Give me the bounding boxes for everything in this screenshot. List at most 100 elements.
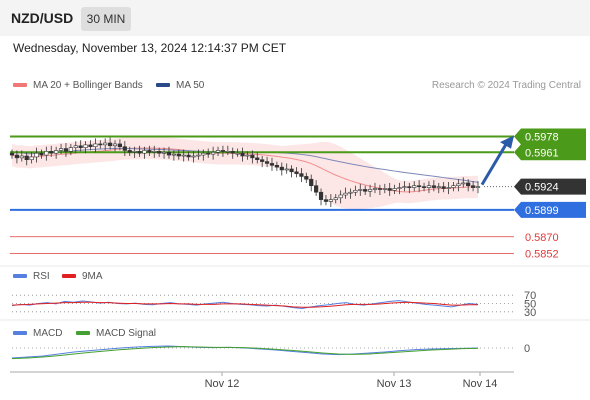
candle-body bbox=[353, 190, 358, 193]
candle-body bbox=[260, 159, 265, 162]
candle-body bbox=[137, 151, 142, 154]
candle-body bbox=[186, 154, 191, 158]
level-label-0.5924: 0.5924 bbox=[525, 182, 559, 194]
candle-body bbox=[392, 188, 397, 191]
macd-tick-label: 0 bbox=[524, 343, 530, 355]
candle-body bbox=[68, 147, 73, 152]
candle-body bbox=[284, 168, 289, 171]
level-label-0.5899: 0.5899 bbox=[525, 205, 559, 217]
x-tick-label-nov-13: Nov 13 bbox=[377, 378, 412, 390]
candle-body bbox=[103, 142, 108, 146]
candle-body bbox=[431, 185, 436, 188]
candle-body bbox=[446, 187, 451, 189]
candle-body bbox=[171, 153, 176, 156]
candle-body bbox=[436, 186, 441, 188]
candle-body bbox=[407, 186, 412, 188]
candle-body bbox=[220, 150, 226, 152]
candle-body bbox=[289, 168, 294, 173]
candle-body bbox=[132, 151, 137, 153]
candle-body bbox=[470, 185, 476, 188]
candle-body bbox=[127, 150, 132, 153]
candle-body bbox=[250, 154, 255, 159]
candle-body bbox=[14, 154, 20, 159]
candle-body bbox=[122, 146, 127, 151]
candle-body bbox=[73, 145, 78, 148]
candle-body bbox=[191, 155, 196, 158]
candle-body bbox=[98, 143, 103, 146]
candle-body bbox=[372, 188, 378, 190]
candle-body bbox=[269, 163, 275, 166]
candle-body bbox=[441, 186, 446, 189]
candle-body bbox=[421, 186, 427, 188]
candle-body bbox=[328, 199, 333, 202]
candle-body bbox=[108, 142, 113, 147]
candle-body bbox=[323, 199, 329, 202]
chart-canvas: 0.59780.59610.59240.58990.58700.58527050… bbox=[0, 128, 590, 390]
forecast-arrow-line bbox=[480, 138, 511, 186]
candle-body bbox=[230, 151, 235, 154]
candle-body bbox=[9, 152, 15, 156]
candle-body bbox=[377, 188, 382, 190]
candle-body bbox=[363, 189, 368, 192]
candle-body bbox=[78, 145, 83, 148]
candle-body bbox=[475, 186, 481, 188]
candle-body bbox=[44, 151, 49, 156]
candle-body bbox=[304, 176, 309, 180]
candle-body bbox=[387, 188, 392, 191]
level-label-0.5870: 0.5870 bbox=[525, 232, 559, 244]
candle-body bbox=[88, 144, 93, 148]
candle-body bbox=[382, 188, 387, 190]
candle-body bbox=[299, 173, 304, 177]
candle-body bbox=[176, 153, 181, 157]
candle-body bbox=[245, 154, 250, 157]
candle-body bbox=[461, 182, 466, 185]
level-label-0.5961: 0.5961 bbox=[525, 147, 559, 159]
x-tick-label-nov-14: Nov 14 bbox=[463, 378, 498, 390]
candle-body bbox=[63, 148, 69, 152]
candle-body bbox=[397, 187, 402, 189]
candle-body bbox=[39, 152, 44, 156]
candle-body bbox=[152, 151, 157, 153]
candle-body bbox=[54, 150, 59, 154]
candle-body bbox=[215, 150, 221, 153]
candle-body bbox=[235, 152, 240, 155]
candle-body bbox=[34, 152, 39, 158]
candle-body bbox=[206, 152, 211, 155]
candle-body bbox=[412, 185, 417, 188]
candle-body bbox=[333, 197, 338, 200]
candle-body bbox=[264, 161, 270, 164]
candle-body bbox=[426, 185, 432, 188]
candle-body bbox=[83, 144, 88, 148]
candle-body bbox=[166, 151, 172, 156]
candle-body bbox=[402, 186, 407, 188]
candle-body bbox=[279, 166, 284, 171]
candle-body bbox=[255, 157, 260, 161]
candle-body bbox=[181, 154, 186, 157]
candle-body bbox=[58, 148, 64, 151]
candle-body bbox=[142, 150, 147, 154]
candle-body bbox=[274, 164, 279, 168]
candle-body bbox=[318, 191, 324, 200]
candle-body bbox=[211, 151, 216, 155]
candle-body bbox=[117, 143, 123, 148]
candle-body bbox=[417, 185, 422, 188]
candle-body bbox=[466, 182, 471, 187]
candle-body bbox=[201, 152, 206, 156]
candle-body bbox=[93, 143, 98, 148]
candle-body bbox=[456, 183, 461, 187]
rsi-tick-label: 30 bbox=[524, 307, 536, 319]
candle-body bbox=[451, 185, 456, 188]
candle-body bbox=[196, 154, 201, 157]
candle-body bbox=[147, 150, 152, 153]
candle-body bbox=[358, 189, 363, 191]
candle-body bbox=[161, 151, 167, 154]
candle-body bbox=[19, 155, 24, 159]
candle-body bbox=[225, 151, 230, 153]
candle-body bbox=[29, 156, 34, 161]
candle-body bbox=[157, 151, 162, 154]
level-label-0.5852: 0.5852 bbox=[525, 249, 559, 261]
candle-body bbox=[338, 194, 343, 199]
candle-body bbox=[367, 189, 373, 192]
candle-body bbox=[240, 152, 245, 157]
x-tick-label-nov-12: Nov 12 bbox=[205, 378, 240, 390]
